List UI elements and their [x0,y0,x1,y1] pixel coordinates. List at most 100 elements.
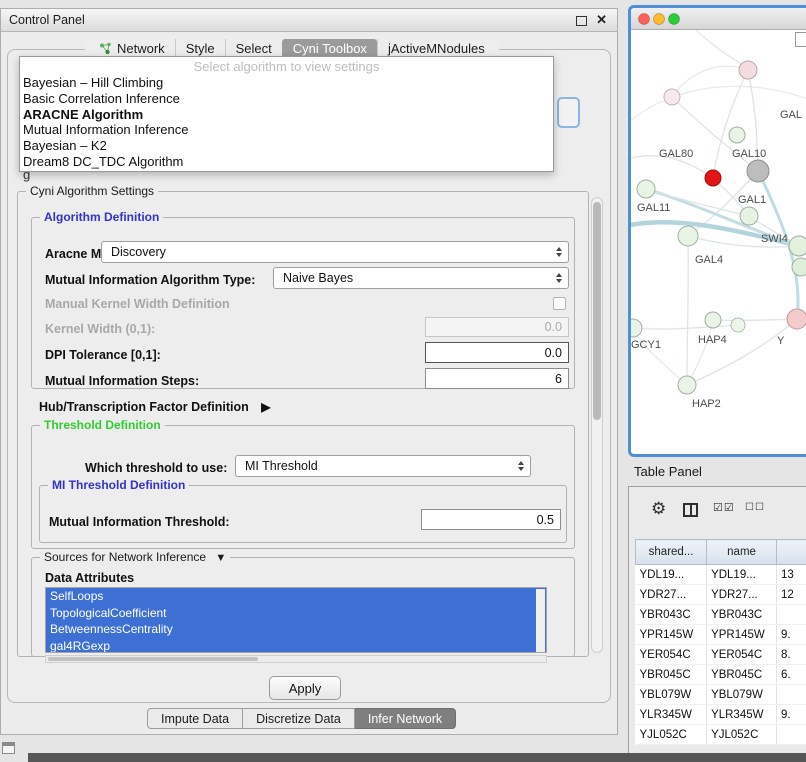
control-panel-titlebar[interactable]: Control Panel ✕ [1,9,617,32]
which-threshold-combo[interactable]: MI Threshold [235,455,531,477]
aracne-mode-combo[interactable]: Discovery [101,241,569,263]
cell[interactable]: YDL19... [636,565,707,585]
list-item-topologicalcoefficient[interactable]: TopologicalCoefficient [46,605,546,622]
minimized-panel-icon[interactable] [2,742,15,754]
deselect-all-checkboxes-icon[interactable]: ☐☐ [745,502,765,513]
tab-infer-network[interactable]: Infer Network [355,708,456,729]
network-canvas[interactable]: GAL80 GAL10 GAL11 GAL1 SWI4 GAL4 GCY1 HA… [631,30,806,454]
cell[interactable]: YPR145W [636,625,707,645]
cell[interactable]: YER054C [707,645,777,665]
table-row[interactable]: YBR045CYBR045C6. [636,665,806,685]
list-horizontal-scrollbar[interactable] [45,655,547,663]
cell[interactable] [777,725,806,745]
list-horizontal-scrollbar-thumb[interactable] [48,657,258,661]
dropdown-item-mutual-information[interactable]: Mutual Information Inference [20,122,553,138]
table-row[interactable]: YLR345WYLR345W9. [636,705,806,725]
tab-impute-data[interactable]: Impute Data [147,708,243,729]
cell[interactable]: YLR345W [636,705,707,725]
minimize-traffic-light[interactable] [654,14,665,25]
table-row[interactable]: YDR27...YDR27...12 [636,585,806,605]
list-scrollbar[interactable] [536,589,545,653]
cell[interactable]: YBL079W [636,685,707,705]
network-node-pink[interactable] [787,309,806,329]
cell[interactable]: YBL079W [707,685,777,705]
cell[interactable]: YBR045C [707,665,777,685]
cell[interactable]: YDR27... [707,585,777,605]
cell[interactable]: YDR27... [636,585,707,605]
table-row[interactable]: YJL052CYJL052C [636,725,806,745]
mi-threshold-field[interactable]: 0.5 [421,509,561,530]
network-node-hap2[interactable] [678,376,696,394]
network-node[interactable] [664,89,680,105]
mi-type-combo[interactable]: Naive Bayes [273,267,569,289]
gear-icon[interactable]: ⚙ [651,499,666,519]
expand-right-icon[interactable]: ▶ [261,400,270,414]
settings-scrollbar[interactable] [591,197,603,653]
zoom-traffic-light[interactable] [669,14,680,25]
cell[interactable] [777,685,806,705]
dropdown-item-bayesian-hill-climbing[interactable]: Bayesian – Hill Climbing [20,75,553,91]
cell[interactable]: YJL052C [707,725,777,745]
network-node[interactable] [739,61,757,79]
sources-group-title[interactable]: Sources for Network Inference ▼ [40,550,230,564]
mi-steps-field[interactable]: 6 [425,368,569,389]
table-row[interactable]: YER054CYER054C8. [636,645,806,665]
dropdown-item-bayesian-k2[interactable]: Bayesian – K2 [20,138,553,154]
table-row[interactable]: YDL19...YDL19...13 [636,565,806,585]
list-item-betweennesscentrality[interactable]: BetweennessCentrality [46,621,546,638]
network-node-swi4[interactable] [789,236,806,256]
apply-button[interactable]: Apply [269,676,341,700]
cell[interactable]: 9. [777,625,806,645]
list-item-selfloops[interactable]: SelfLoops [46,588,546,605]
network-node-gal10[interactable] [747,160,769,182]
focused-button-fragment[interactable] [557,97,580,128]
cell[interactable]: 12 [777,585,806,605]
float-window-icon[interactable] [576,16,587,26]
table-row[interactable]: YBL079WYBL079W [636,685,806,705]
cell[interactable]: YLR345W [707,705,777,725]
cell[interactable]: 13 [777,565,806,585]
network-node[interactable] [729,127,745,143]
cell[interactable]: YER054C [636,645,707,665]
close-icon[interactable]: ✕ [596,12,607,28]
network-node-gal11[interactable] [637,180,655,198]
cell[interactable]: YBR043C [707,605,777,625]
dropdown-item-basic-correlation[interactable]: Basic Correlation Inference [20,91,553,107]
dropdown-placeholder[interactable]: Select algorithm to view settings [20,58,553,75]
cell[interactable]: 6. [777,665,806,685]
hub-section-header[interactable]: Hub/Transcription Factor Definition ▶ [39,400,270,414]
column-header-shared[interactable]: shared... [636,540,707,565]
cell[interactable] [777,605,806,625]
column-header-name[interactable]: name [707,540,777,565]
network-node[interactable] [731,318,745,332]
dropdown-item-dream8[interactable]: Dream8 DC_TDC Algorithm [20,154,553,170]
network-node-hap4[interactable] [705,312,721,328]
dpi-tolerance-field[interactable]: 0.0 [425,342,569,363]
settings-scrollbar-thumb[interactable] [593,202,601,420]
network-window-titlebar[interactable] [631,8,806,30]
cell[interactable]: 9. [777,705,806,725]
manual-kernel-checkbox[interactable] [553,297,566,310]
columns-icon[interactable] [683,503,698,517]
cell[interactable]: YPR145W [707,625,777,645]
close-traffic-light[interactable] [639,14,650,25]
network-node-gal1[interactable] [740,207,758,225]
cell[interactable]: YDL19... [707,565,777,585]
tab-discretize-data[interactable]: Discretize Data [243,708,355,729]
dropdown-item-aracne[interactable]: ARACNE Algorithm [20,107,553,123]
expand-down-icon[interactable]: ▼ [215,552,226,564]
column-header-third[interactable] [777,540,806,565]
table-row[interactable]: YPR145WYPR145W9. [636,625,806,645]
list-item-gal4rgexp[interactable]: gal4RGexp [46,638,546,654]
select-all-checkboxes-icon[interactable]: ☑☑ [713,501,735,514]
network-node-gal4[interactable] [678,226,698,246]
cell[interactable]: YBR043C [636,605,707,625]
cell[interactable]: 8. [777,645,806,665]
cell[interactable]: YBR045C [636,665,707,685]
kernel-width-field[interactable]: 0.0 [425,317,569,337]
network-node[interactable] [792,258,806,276]
network-node-gcy1[interactable] [631,319,642,337]
cell[interactable]: YJL052C [636,725,707,745]
network-node-red[interactable] [705,170,721,186]
table-row[interactable]: YBR043CYBR043C [636,605,806,625]
